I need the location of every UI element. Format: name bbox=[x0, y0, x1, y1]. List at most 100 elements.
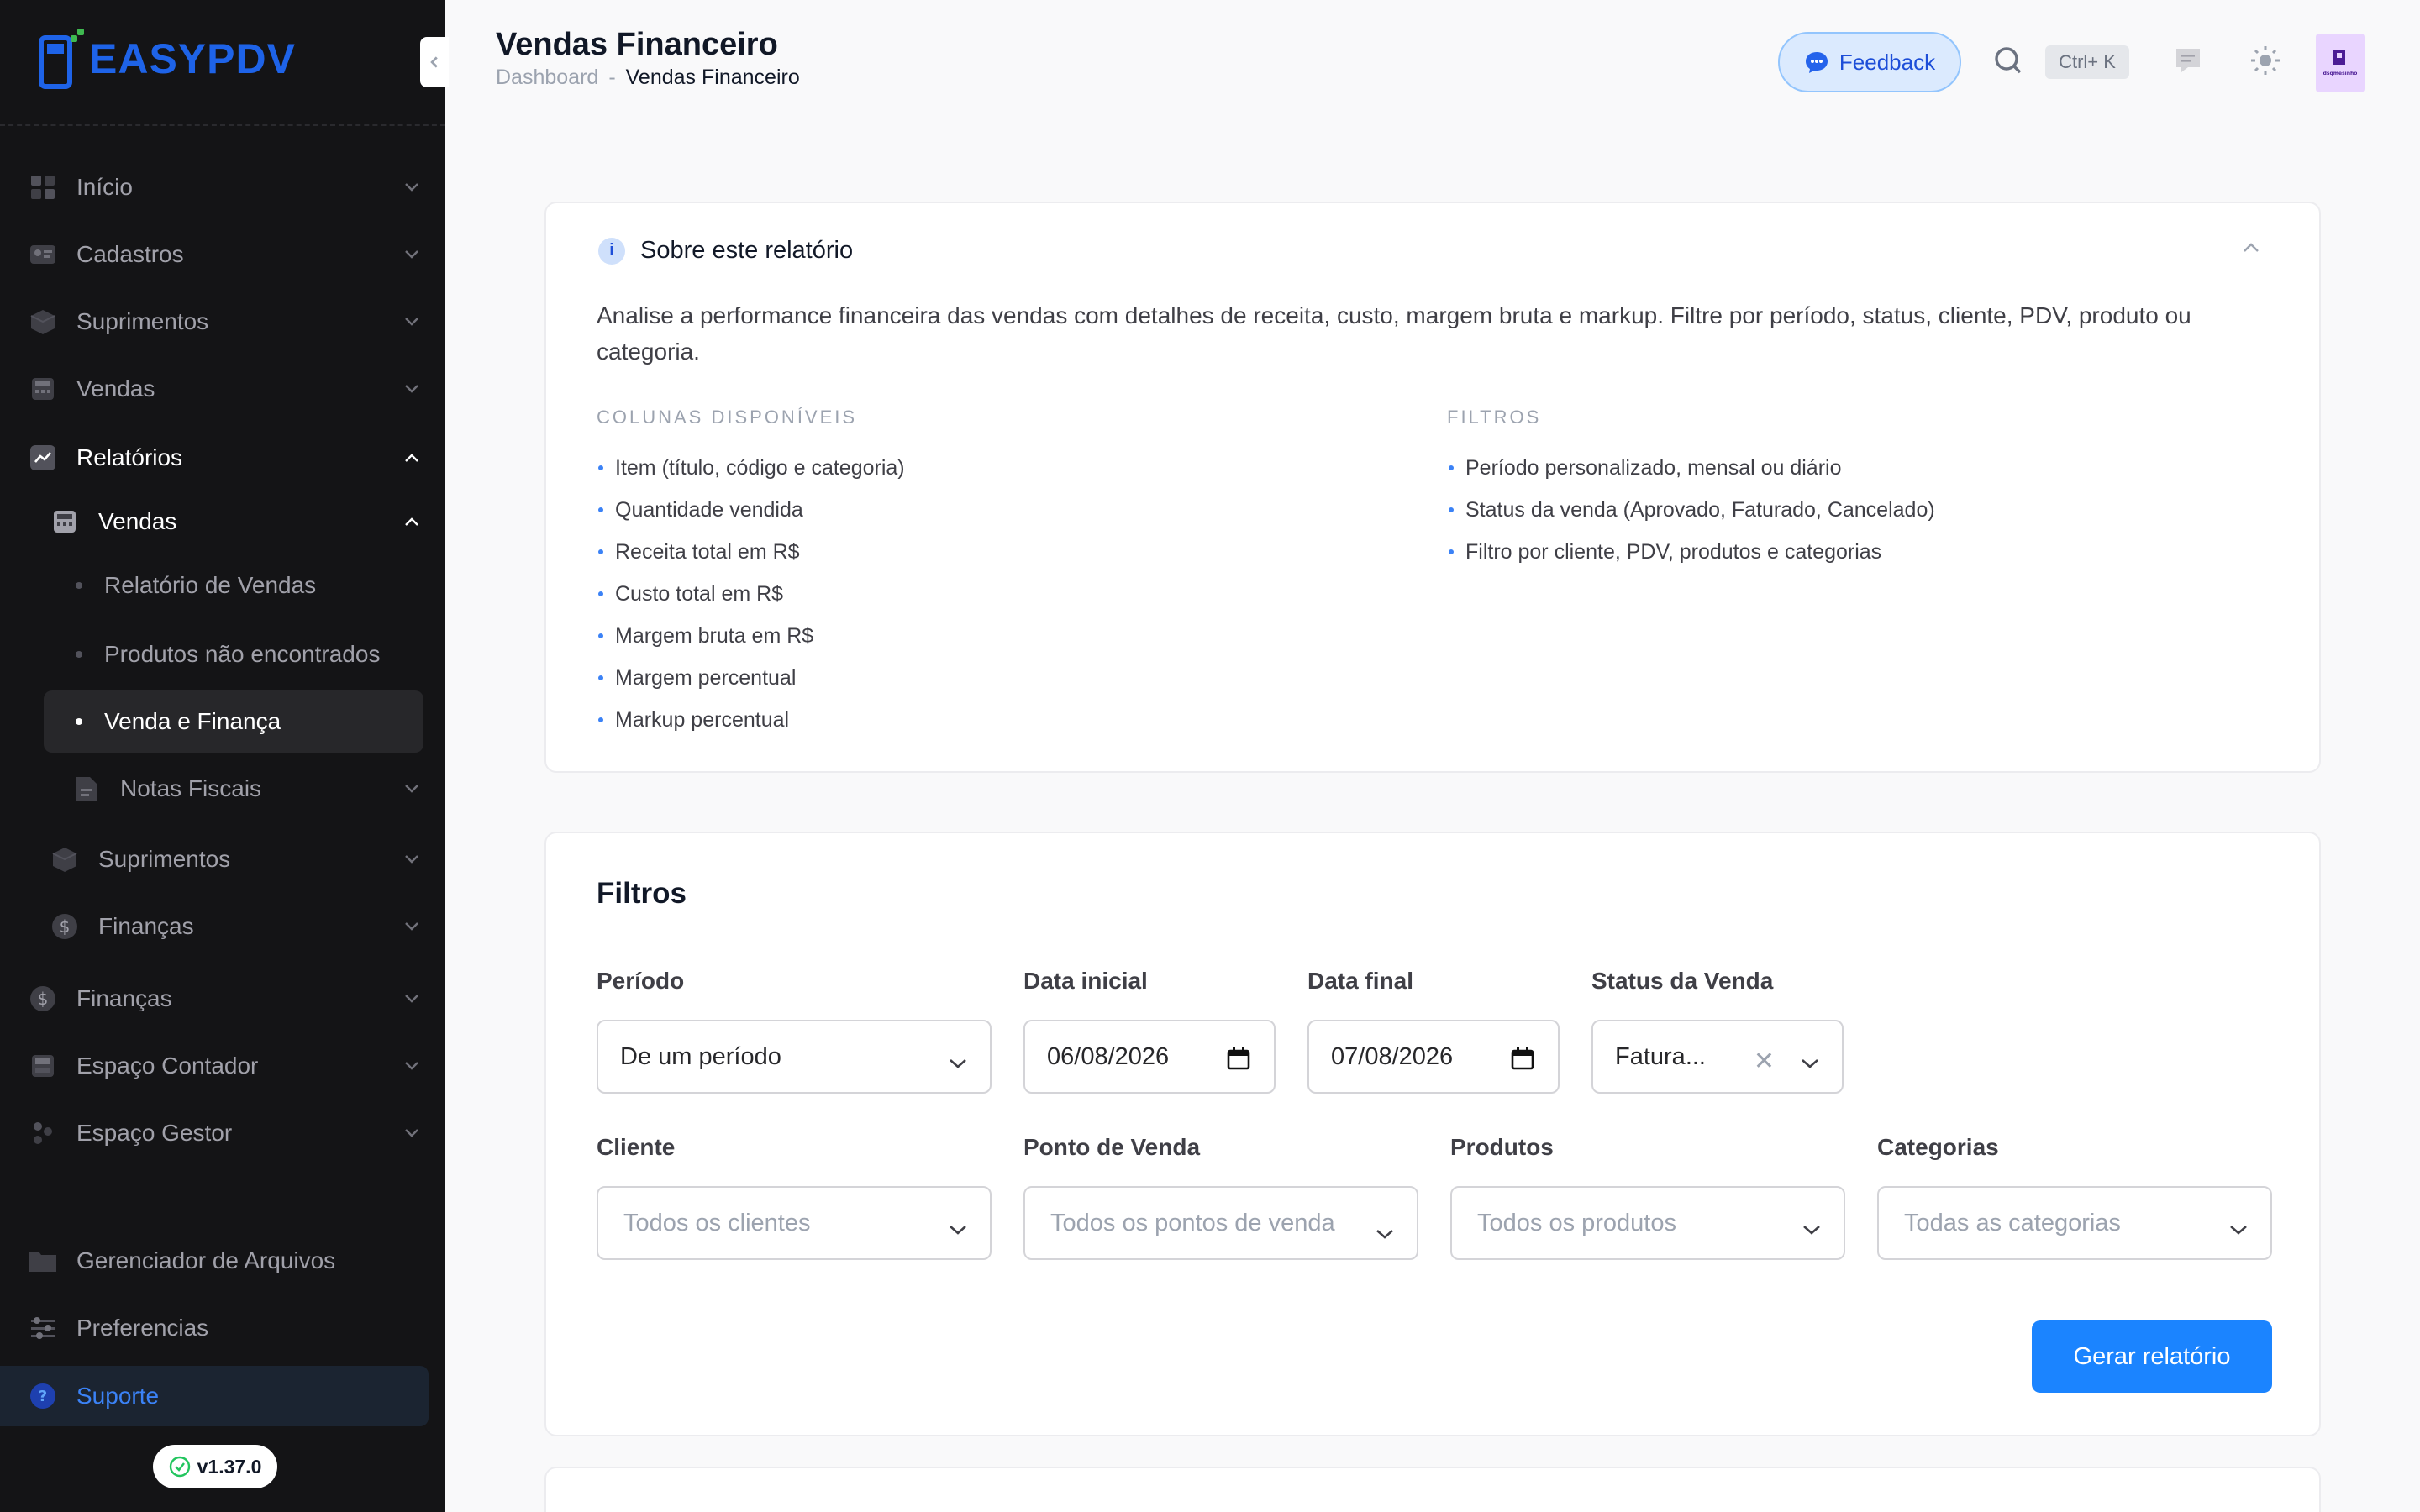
sidebar-item-relatorio-de-vendas[interactable]: Relatório de Vendas bbox=[0, 556, 445, 615]
sidebar-item-espaco-contador[interactable]: Espaço Contador bbox=[0, 1037, 445, 1095]
box-icon bbox=[29, 307, 57, 336]
sidebar-subitem-vendas[interactable]: Vendas bbox=[0, 492, 445, 551]
feedback-label: Feedback bbox=[1839, 49, 1936, 75]
sidebar-item-relatorios[interactable]: Relatórios bbox=[0, 428, 445, 487]
svg-text:?: ? bbox=[39, 1388, 47, 1405]
sidebar-item-inicio[interactable]: Início bbox=[0, 158, 445, 217]
sidebar-item-cadastros[interactable]: Cadastros bbox=[0, 225, 445, 284]
dollar-icon: $ bbox=[50, 912, 79, 941]
sidebar-item-label: Preferencias bbox=[76, 1315, 209, 1341]
sidebar-item-label: Espaço Contador bbox=[76, 1053, 259, 1079]
calendar-icon[interactable] bbox=[1511, 1047, 1534, 1077]
sidebar-subitem-suprimentos[interactable]: Suprimentos bbox=[0, 830, 445, 889]
sidebar-item-label: Relatório de Vendas bbox=[104, 572, 317, 598]
status-label: Status da Venda bbox=[1591, 968, 1774, 994]
bullet-icon bbox=[76, 651, 82, 658]
register-icon bbox=[50, 507, 79, 536]
svg-text:$: $ bbox=[60, 916, 71, 937]
sidebar-item-label: Finanças bbox=[76, 985, 172, 1011]
filters-card: Filtros Período De um período Data inici… bbox=[544, 832, 2321, 1436]
chevron-down-icon bbox=[402, 779, 422, 799]
sidebar-item-label: Relatórios bbox=[76, 444, 183, 470]
breadcrumb-root[interactable]: Dashboard bbox=[496, 66, 598, 90]
sidebar-item-label: Cadastros bbox=[76, 241, 184, 267]
cliente-placeholder: Todos os clientes bbox=[623, 1209, 811, 1236]
produtos-placeholder: Todos os produtos bbox=[1477, 1209, 1676, 1236]
categorias-label: Categorias bbox=[1877, 1134, 1999, 1160]
document-icon bbox=[72, 774, 101, 803]
chevron-down-icon bbox=[402, 989, 422, 1009]
produtos-label: Produtos bbox=[1450, 1134, 1554, 1160]
sidebar-subitem-financas[interactable]: $ Finanças bbox=[0, 897, 445, 956]
version-badge: v1.37.0 bbox=[153, 1445, 277, 1488]
sidebar-item-gerenciador-de-arquivos[interactable]: Gerenciador de Arquivos bbox=[0, 1231, 445, 1290]
categorias-placeholder: Todas as categorias bbox=[1904, 1209, 2121, 1236]
list-item: Receita total em R$ bbox=[597, 531, 905, 573]
chevron-down-icon bbox=[1802, 1215, 1822, 1242]
chevron-down-icon bbox=[402, 1056, 422, 1076]
sliders-icon bbox=[29, 1314, 57, 1342]
sidebar-item-label: Início bbox=[76, 174, 133, 200]
list-item: Item (título, código e categoria) bbox=[597, 447, 905, 489]
sidebar-item-financas[interactable]: $ Finanças bbox=[0, 969, 445, 1028]
status-value: Fatura... bbox=[1615, 1042, 1706, 1070]
sidebar-item-suprimentos[interactable]: Suprimentos bbox=[0, 292, 445, 351]
avatar-logo-icon: dsqmesinho bbox=[2323, 50, 2357, 76]
about-report-title: Sobre este relatório bbox=[640, 237, 854, 264]
sidebar-item-label: Gerenciador de Arquivos bbox=[76, 1247, 336, 1273]
pdv-select[interactable]: Todos os pontos de venda bbox=[1023, 1186, 1418, 1260]
sidebar-item-preferencias[interactable]: Preferencias bbox=[0, 1299, 445, 1357]
chart-line-icon bbox=[29, 444, 57, 472]
search-icon[interactable] bbox=[1993, 45, 2023, 76]
help-icon: ? bbox=[29, 1382, 57, 1410]
list-item: Margem bruta em R$ bbox=[597, 615, 905, 657]
clear-icon[interactable]: ✕ bbox=[1754, 1047, 1775, 1076]
status-select[interactable]: Fatura... ✕ bbox=[1591, 1020, 1844, 1094]
sidebar-item-notas-fiscais[interactable]: Notas Fiscais bbox=[0, 759, 445, 818]
produtos-select[interactable]: Todos os produtos bbox=[1450, 1186, 1845, 1260]
theme-toggle-sun-icon[interactable] bbox=[2249, 44, 2282, 77]
sidebar-item-vendas[interactable]: Vendas bbox=[0, 360, 445, 418]
sidebar-item-label: Venda e Finança bbox=[104, 708, 281, 734]
chevron-down-icon bbox=[402, 379, 422, 399]
filters-info-title: FILTROS bbox=[1447, 407, 1542, 428]
feedback-button[interactable]: Feedback bbox=[1778, 32, 1961, 92]
chevron-down-icon bbox=[948, 1215, 968, 1242]
messages-icon[interactable] bbox=[2173, 45, 2203, 76]
chevron-up-icon[interactable] bbox=[2242, 242, 2260, 258]
data-final-label: Data final bbox=[1307, 968, 1414, 994]
calendar-icon[interactable] bbox=[1227, 1047, 1250, 1077]
chat-bubble-icon bbox=[1805, 52, 1828, 73]
sidebar-item-label: Suprimentos bbox=[98, 846, 231, 872]
sidebar-item-suporte[interactable]: ? Suporte bbox=[0, 1366, 429, 1426]
sidebar-item-espaco-gestor[interactable]: Espaço Gestor bbox=[0, 1104, 445, 1163]
about-report-header[interactable]: i Sobre este relatório bbox=[598, 237, 853, 265]
cliente-select[interactable]: Todos os clientes bbox=[597, 1186, 992, 1260]
columns-title: COLUNAS DISPONÍVEIS bbox=[597, 407, 858, 428]
data-inicial-value: 06/08/2026 bbox=[1047, 1042, 1170, 1070]
avatar-text: dsqmesinho bbox=[2323, 71, 2357, 76]
grid-icon bbox=[29, 173, 57, 202]
list-item: Markup percentual bbox=[597, 699, 905, 741]
version-text: v1.37.0 bbox=[197, 1455, 262, 1478]
sidebar-item-produtos-nao-encontrados[interactable]: Produtos não encontrados bbox=[0, 625, 445, 684]
logo-text: EASYPDV bbox=[89, 35, 296, 82]
list-item: Margem percentual bbox=[597, 657, 905, 699]
sidebar-divider bbox=[0, 124, 445, 126]
avatar[interactable]: dsqmesinho bbox=[2316, 34, 2365, 92]
sidebar-collapse-button[interactable] bbox=[420, 37, 449, 87]
list-item: Status da venda (Aprovado, Faturado, Can… bbox=[1447, 489, 1935, 531]
generate-report-button[interactable]: Gerar relatório bbox=[2032, 1320, 2272, 1393]
easypdv-logo[interactable]: EASYPDV bbox=[37, 25, 296, 92]
sidebar-item-venda-e-financa[interactable]: Venda e Finança bbox=[44, 690, 424, 753]
filters-title: Filtros bbox=[597, 877, 687, 910]
sidebar-item-label: Vendas bbox=[98, 508, 177, 534]
categorias-select[interactable]: Todas as categorias bbox=[1877, 1186, 2272, 1260]
data-final-value: 07/08/2026 bbox=[1331, 1042, 1454, 1070]
data-inicial-input[interactable]: 06/08/2026 bbox=[1023, 1020, 1276, 1094]
data-final-input[interactable]: 07/08/2026 bbox=[1307, 1020, 1560, 1094]
users-icon bbox=[29, 1119, 57, 1147]
periodo-select[interactable]: De um período bbox=[597, 1020, 992, 1094]
chevron-down-icon bbox=[402, 916, 422, 937]
chevron-down-icon bbox=[402, 1123, 422, 1143]
